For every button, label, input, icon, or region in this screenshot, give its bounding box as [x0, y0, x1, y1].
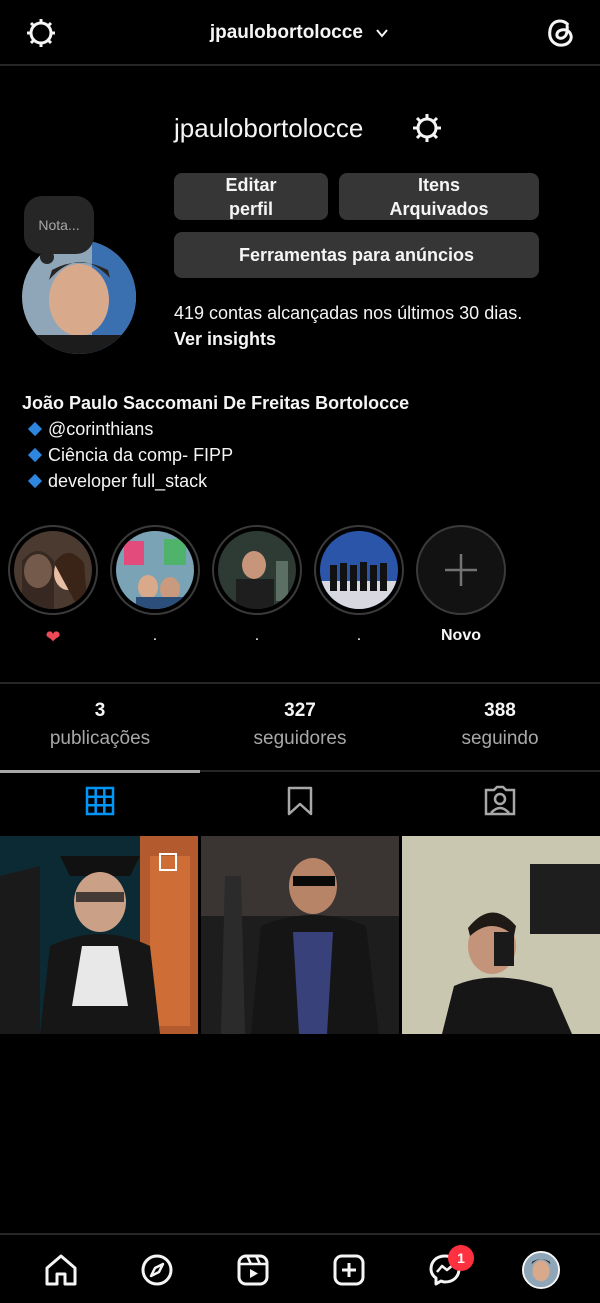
reels-icon[interactable] — [234, 1251, 272, 1289]
full-name: João Paulo Saccomani De Freitas Bortoloc… — [22, 393, 410, 413]
top-bar: jpaulobortolocce — [0, 0, 600, 66]
following-count: 388 — [484, 700, 516, 721]
highlight-label: Novo — [441, 627, 481, 644]
tagged-icon — [483, 785, 517, 822]
settings-gear-icon[interactable] — [409, 110, 445, 146]
diamond-icon — [27, 421, 43, 437]
explore-icon[interactable] — [138, 1251, 176, 1289]
profile-stats: 3 publicações 327 seguidores 388 seguind… — [0, 700, 600, 760]
account-switcher[interactable]: jpaulobortolocce — [0, 22, 600, 44]
highlight-ring — [110, 525, 200, 615]
following-stat[interactable]: 388 seguindo — [400, 700, 600, 750]
messages-badge: 1 — [448, 1245, 474, 1271]
bio-line-text[interactable]: @corinthians — [48, 416, 153, 442]
content-tabs — [0, 770, 600, 836]
home-icon[interactable] — [42, 1251, 80, 1289]
bio: João Paulo Saccomani De Freitas Bortoloc… — [22, 390, 409, 494]
profile-avatar[interactable] — [522, 1251, 560, 1289]
highlight-label: . — [356, 627, 362, 644]
posts-label: publicações — [49, 728, 151, 749]
tab-tagged[interactable] — [400, 770, 600, 836]
highlight-item[interactable]: . — [314, 525, 404, 647]
posts-count: 3 — [94, 700, 106, 721]
bookmark-icon — [285, 785, 315, 822]
header-username: jpaulobortolocce — [209, 22, 363, 43]
highlight-image — [320, 531, 398, 609]
highlight-ring — [212, 525, 302, 615]
post-grid — [0, 836, 600, 1034]
highlight-item[interactable]: ❤ — [8, 525, 98, 647]
create-icon[interactable] — [330, 1251, 368, 1289]
tab-posts[interactable] — [0, 770, 200, 836]
highlight-label: . — [254, 627, 260, 644]
edit-profile-button[interactable]: Editar perfil — [174, 173, 328, 220]
new-highlight[interactable]: Novo — [416, 525, 506, 647]
highlight-item[interactable]: . — [110, 525, 200, 647]
highlight-image — [116, 531, 194, 609]
post-thumbnail[interactable] — [201, 836, 399, 1034]
bio-line-text: Ciência da comp- FIPP — [48, 445, 234, 465]
threads-icon[interactable] — [542, 13, 580, 51]
profile-username: jpaulobortolocce — [174, 113, 364, 143]
story-highlights: ❤ . . . Novo — [0, 525, 600, 655]
view-insights-link[interactable]: Ver insights — [174, 326, 522, 352]
chevron-down-icon — [374, 25, 390, 41]
divider — [0, 682, 600, 684]
insights-text: 419 contas alcançadas nos últimos 30 dia… — [174, 303, 523, 323]
archived-items-button[interactable]: Itens Arquivados — [339, 173, 539, 220]
highlight-image — [14, 531, 92, 609]
following-label: seguindo — [461, 728, 539, 749]
diamond-icon — [27, 473, 43, 489]
highlight-ring — [314, 525, 404, 615]
tab-saved[interactable] — [200, 770, 400, 836]
post-thumbnail[interactable] — [0, 836, 198, 1034]
highlight-image — [218, 531, 296, 609]
highlight-ring — [8, 525, 98, 615]
grid-icon — [84, 785, 116, 822]
bio-line-text: developer full_stack — [48, 471, 208, 491]
posts-stat: 3 publicações — [0, 700, 200, 750]
plus-icon — [416, 525, 506, 615]
highlight-item[interactable]: . — [212, 525, 302, 647]
followers-stat[interactable]: 327 seguidores — [200, 700, 400, 750]
insights-block: 419 contas alcançadas nos últimos 30 dia… — [174, 300, 522, 352]
note-bubble[interactable]: Nota... — [24, 196, 94, 264]
bio-line: Ciência da comp- FIPP — [22, 442, 409, 468]
highlight-label: . — [152, 627, 158, 644]
highlight-label: ❤ — [45, 627, 61, 647]
followers-count: 327 — [284, 700, 316, 721]
bio-line: @corinthians — [22, 416, 409, 442]
ad-tools-button[interactable]: Ferramentas para anúncios — [174, 232, 539, 278]
followers-label: seguidores — [253, 728, 347, 749]
bottom-nav — [0, 1233, 600, 1303]
diamond-icon — [27, 447, 43, 463]
bio-line: developer full_stack — [22, 468, 409, 494]
post-thumbnail[interactable] — [402, 836, 600, 1034]
